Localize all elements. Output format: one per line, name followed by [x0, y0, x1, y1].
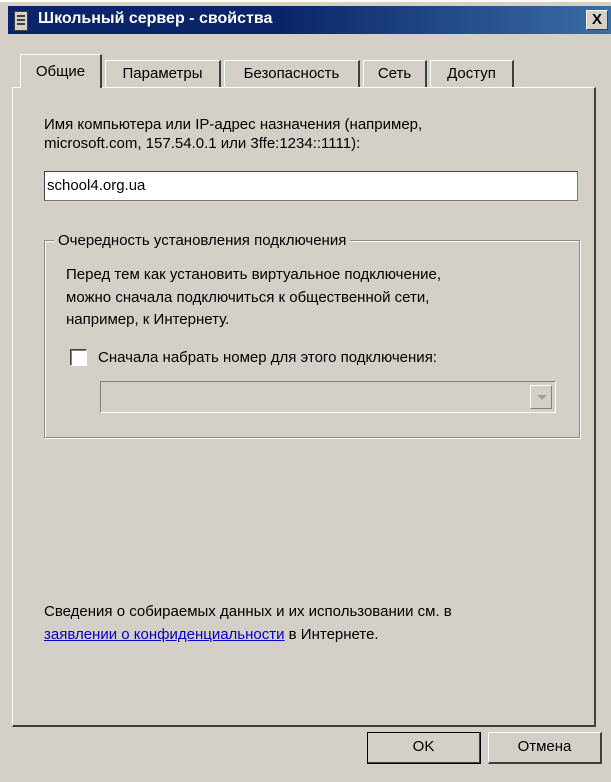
privacy-statement-link[interactable]: заявлении о конфиденциальности [44, 626, 285, 643]
privacy-text-line1: Сведения о собираемых данных и их исполь… [44, 603, 452, 620]
tab-security[interactable]: Безопасность [224, 60, 360, 88]
close-button[interactable]: X [586, 10, 608, 30]
tab-general[interactable]: Общие [20, 54, 102, 88]
window-title: Школьный сервер - свойства [38, 10, 273, 27]
host-label-line2: microsoft.com, 157.54.0.1 или 3ffe:1234:… [44, 135, 361, 152]
dial-first-label[interactable]: Сначала набрать номер для этого подключе… [98, 348, 437, 367]
group-desc-line3: например, к Интернету. [66, 311, 230, 328]
privacy-suffix: в Интернете. [284, 626, 379, 643]
group-title: Очередность установления подключения [54, 232, 351, 250]
privacy-text-line2: заявлении о конфиденциальности в Интерне… [44, 625, 379, 644]
dial-first-checkbox[interactable] [70, 349, 87, 366]
group-desc-line1: Перед тем как установить виртуальное под… [66, 266, 441, 283]
tab-sharing[interactable]: Доступ [430, 60, 514, 88]
dropdown-arrow-icon[interactable] [530, 385, 552, 409]
ok-button[interactable]: OK [367, 732, 481, 764]
connection-select[interactable] [100, 381, 556, 413]
cancel-button[interactable]: Отмена [488, 732, 602, 764]
tab-options[interactable]: Параметры [105, 60, 221, 88]
host-label-line1: Имя компьютера или IP-адрес назначения (… [44, 116, 423, 133]
server-icon [14, 11, 28, 31]
tab-networking[interactable]: Сеть [363, 60, 427, 88]
group-desc-line2: можно сначала подключиться к общественно… [66, 289, 430, 306]
host-input[interactable]: school4.org.ua [44, 171, 578, 201]
title-bar[interactable]: Школьный сервер - свойства X [8, 6, 611, 34]
